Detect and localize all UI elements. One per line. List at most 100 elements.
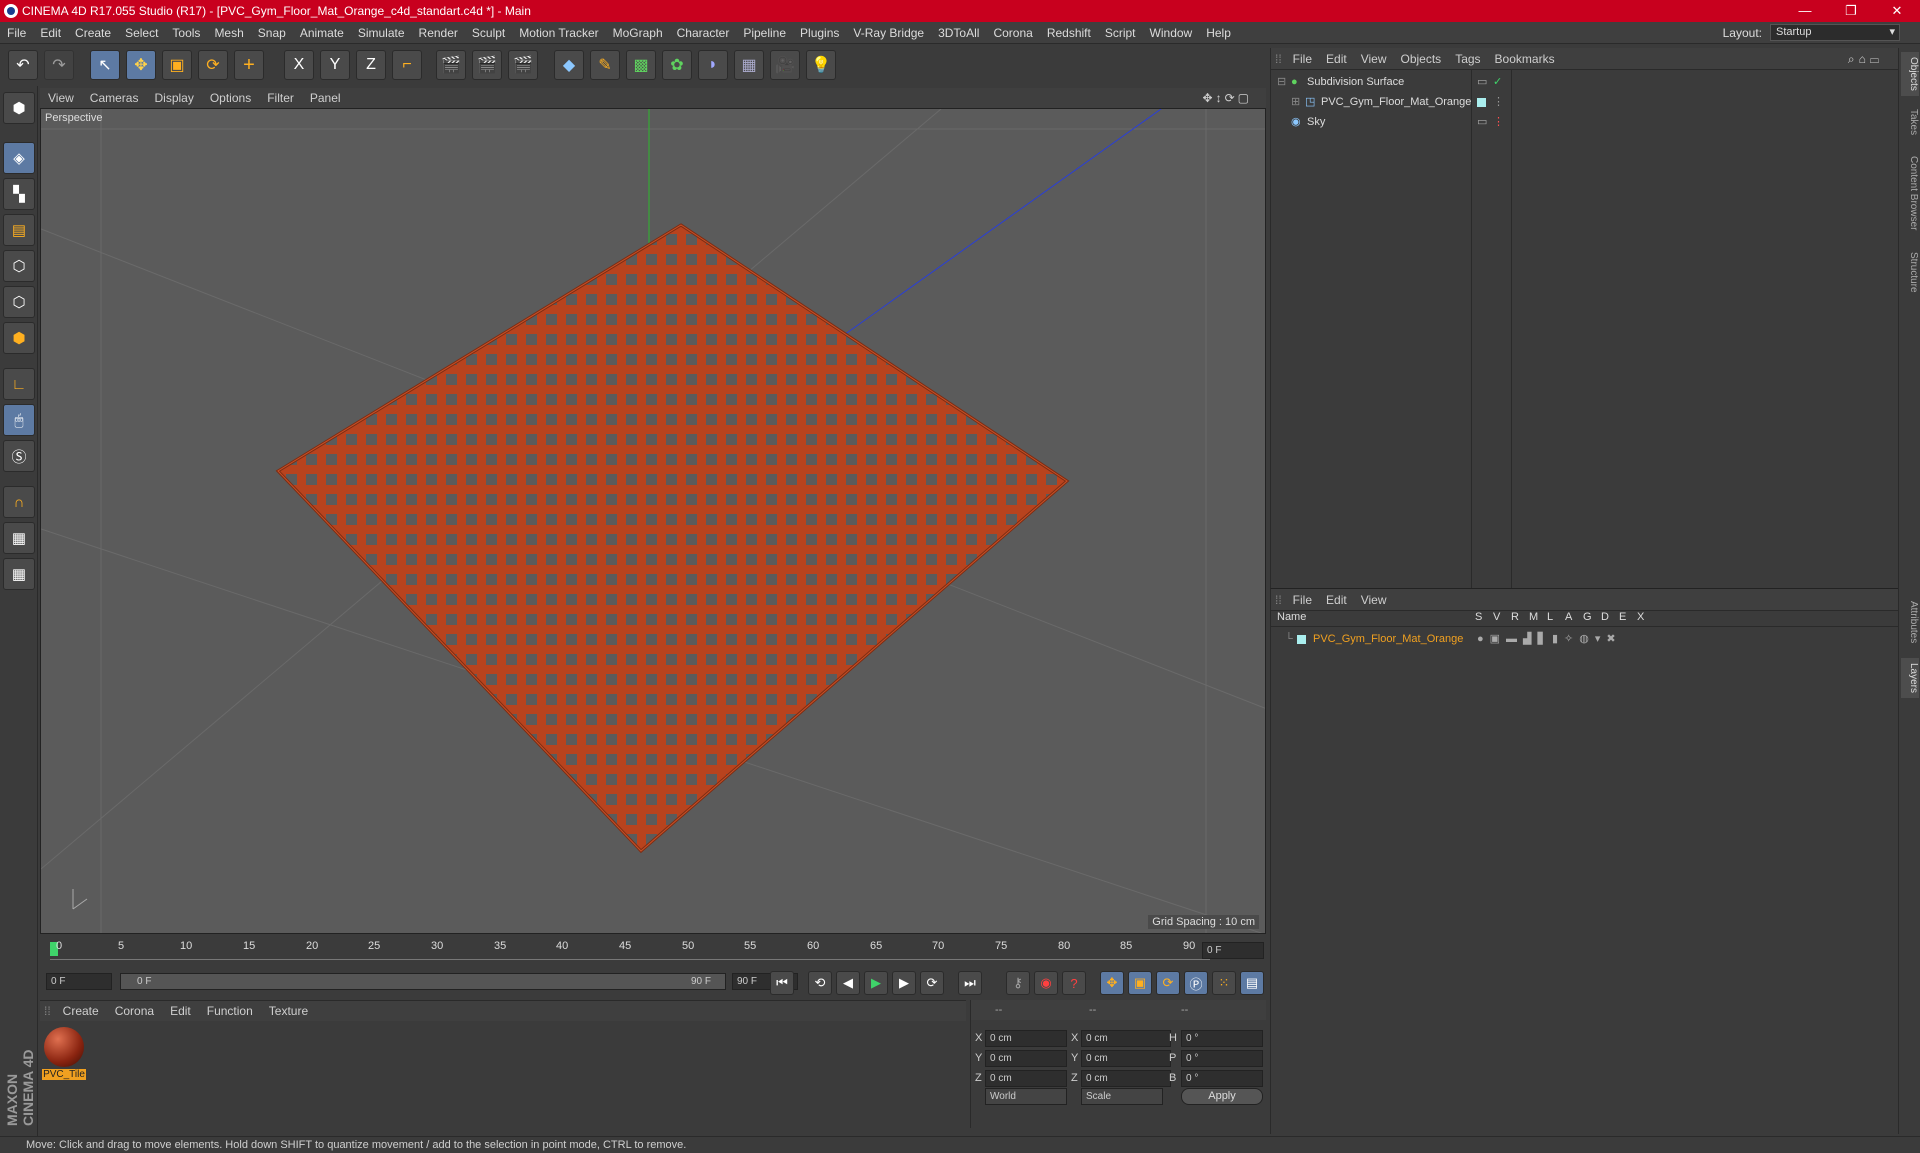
material-swatch[interactable]: PVC_Tile <box>42 1025 86 1083</box>
rot-b-field[interactable]: 0 ° <box>1181 1070 1263 1087</box>
size-z-field[interactable]: 0 cm <box>1081 1070 1171 1087</box>
minimize-button[interactable]: — <box>1782 0 1828 22</box>
tab-takes[interactable]: Takes <box>1901 102 1919 142</box>
move-tool-button[interactable]: ✥ <box>126 50 156 80</box>
points-mode-button[interactable]: ⬡ <box>3 250 35 282</box>
3d-viewport[interactable]: Perspective Grid Spacing : 10 cm <box>40 108 1266 934</box>
z-axis-button[interactable]: Z <box>356 50 386 80</box>
rot-p-field[interactable]: 0 ° <box>1181 1050 1263 1067</box>
size-mode-select[interactable]: Scale <box>1081 1088 1163 1105</box>
go-to-start-button[interactable]: ⏮ <box>770 971 794 995</box>
menu-render[interactable]: Render <box>412 22 465 44</box>
layer-row[interactable]: └ PVC_Gym_Floor_Mat_Orange ●▣▬▟▋▮✧◍▾✖ <box>1271 629 1899 649</box>
scale-tool-button[interactable]: ▣ <box>162 50 192 80</box>
menu-sculpt[interactable]: Sculpt <box>465 22 512 44</box>
planar-workplane-button[interactable]: ▦ <box>3 558 35 590</box>
viewport-menu-filter[interactable]: Filter <box>259 88 302 108</box>
x-axis-button[interactable]: X <box>284 50 314 80</box>
visibility-dots-icon[interactable]: ▭ <box>1477 72 1487 92</box>
make-editable-button[interactable]: ⬢ <box>3 92 35 124</box>
material-menu-edit[interactable]: Edit <box>162 1001 199 1021</box>
timeline-window-button[interactable]: ▤ <box>1240 971 1264 995</box>
workplane-mode-button[interactable]: ▤ <box>3 214 35 246</box>
next-frame-button[interactable]: ▶ <box>892 971 916 995</box>
keyframe-selection-button[interactable]: ? <box>1062 971 1086 995</box>
menu-character[interactable]: Character <box>670 22 737 44</box>
menu-create[interactable]: Create <box>68 22 118 44</box>
previous-key-button[interactable]: ⟲ <box>808 971 832 995</box>
close-button[interactable]: ✕ <box>1874 0 1920 22</box>
add-deformer-button[interactable]: ◗ <box>698 50 728 80</box>
apply-button[interactable]: Apply <box>1181 1088 1263 1105</box>
object-row-sky[interactable]: ◉ Sky ▭ ⋮ <box>1271 112 1899 132</box>
tab-objects[interactable]: Objects <box>1901 52 1919 96</box>
om-menu-bookmarks[interactable]: Bookmarks <box>1488 48 1562 70</box>
om-menu-edit[interactable]: Edit <box>1319 48 1354 70</box>
edges-mode-button[interactable]: ⬡ <box>3 286 35 318</box>
render-view-button[interactable]: 🎬 <box>436 50 466 80</box>
play-button[interactable]: ▶ <box>864 971 888 995</box>
layout-select[interactable]: Startup ▾ <box>1770 24 1900 41</box>
collapse-icon[interactable]: ⊟ <box>1277 72 1286 92</box>
polygons-mode-button[interactable]: ⬢ <box>3 322 35 354</box>
add-floor-button[interactable]: ▦ <box>734 50 764 80</box>
visibility-dots-icon[interactable]: ⋮ <box>1493 92 1504 112</box>
tweak-mode-button[interactable]: 🖱 <box>3 404 35 436</box>
om-menu-file[interactable]: File <box>1286 48 1319 70</box>
viewport-menu-view[interactable]: View <box>40 88 82 108</box>
viewport-menu-display[interactable]: Display <box>146 88 201 108</box>
undo-button[interactable]: ↶ <box>8 50 38 80</box>
menu-animate[interactable]: Animate <box>293 22 351 44</box>
menu-simulate[interactable]: Simulate <box>351 22 412 44</box>
lm-menu-file[interactable]: File <box>1286 589 1319 611</box>
solo-button[interactable]: Ⓢ <box>3 440 35 472</box>
maximize-button[interactable]: ❐ <box>1828 0 1874 22</box>
render-picture-viewer-button[interactable]: 🎬 <box>472 50 502 80</box>
pos-x-field[interactable]: 0 cm <box>985 1030 1067 1047</box>
object-row-mat[interactable]: ⊞ ◳ PVC_Gym_Floor_Mat_Orange ⋮ <box>1271 92 1899 112</box>
key-parameter-button[interactable]: Ⓟ <box>1184 971 1208 995</box>
select-tool-button[interactable]: ↖ <box>90 50 120 80</box>
add-subdivision-button[interactable]: ▩ <box>626 50 656 80</box>
render-settings-button[interactable]: 🎬 <box>508 50 538 80</box>
tab-layers[interactable]: Layers <box>1901 658 1919 698</box>
menu-mograph[interactable]: MoGraph <box>606 22 670 44</box>
viewport-menu-panel[interactable]: Panel <box>302 88 349 108</box>
texture-mode-button[interactable]: ▚ <box>3 178 35 210</box>
tab-structure[interactable]: Structure <box>1901 244 1919 300</box>
y-axis-button[interactable]: Y <box>320 50 350 80</box>
object-row-subdivision[interactable]: ⊟ ● Subdivision Surface ▭ ✓ <box>1271 72 1899 92</box>
frame-range-slider[interactable]: 0 F 90 F <box>120 973 726 990</box>
snap-button[interactable]: ∩ <box>3 486 35 518</box>
add-light-button[interactable]: 💡 <box>806 50 836 80</box>
viewport-nav-icons[interactable]: ✥↕⟳▢ <box>1195 88 1260 108</box>
model-mode-button[interactable]: ◈ <box>3 142 35 174</box>
lock-workplane-button[interactable]: ▦ <box>3 522 35 554</box>
menu-tools[interactable]: Tools <box>165 22 207 44</box>
menu-redshift[interactable]: Redshift <box>1040 22 1098 44</box>
menu-pipeline[interactable]: Pipeline <box>736 22 793 44</box>
pos-z-field[interactable]: 0 cm <box>985 1070 1067 1087</box>
timeline-ruler[interactable]: 0 5 10 15 20 25 30 35 40 45 50 55 60 65 … <box>40 936 1266 964</box>
start-frame-field[interactable]: 0 F <box>46 973 112 990</box>
visibility-dots-icon[interactable]: ⋮ <box>1493 112 1504 132</box>
record-keys-button[interactable]: ⚷ <box>1006 971 1030 995</box>
menu-snap[interactable]: Snap <box>251 22 293 44</box>
previous-frame-button[interactable]: ◀ <box>836 971 860 995</box>
menu-edit[interactable]: Edit <box>33 22 68 44</box>
menu-select[interactable]: Select <box>118 22 165 44</box>
layer-color-icon[interactable] <box>1477 98 1486 107</box>
checkmark-icon[interactable]: ✓ <box>1493 72 1502 92</box>
redo-button[interactable]: ↷ <box>44 50 74 80</box>
key-pla-button[interactable]: ⁙ <box>1212 971 1236 995</box>
pos-y-field[interactable]: 0 cm <box>985 1050 1067 1067</box>
menu-3dtoall[interactable]: 3DToAll <box>931 22 986 44</box>
menu-vray-bridge[interactable]: V-Ray Bridge <box>846 22 931 44</box>
material-menu-create[interactable]: Create <box>55 1001 107 1021</box>
coordinate-mode-select[interactable]: World <box>985 1088 1067 1105</box>
menu-corona[interactable]: Corona <box>986 22 1039 44</box>
om-menu-tags[interactable]: Tags <box>1448 48 1487 70</box>
visibility-dots-icon[interactable]: ▭ <box>1477 112 1487 132</box>
size-y-field[interactable]: 0 cm <box>1081 1050 1171 1067</box>
material-menu-texture[interactable]: Texture <box>261 1001 316 1021</box>
